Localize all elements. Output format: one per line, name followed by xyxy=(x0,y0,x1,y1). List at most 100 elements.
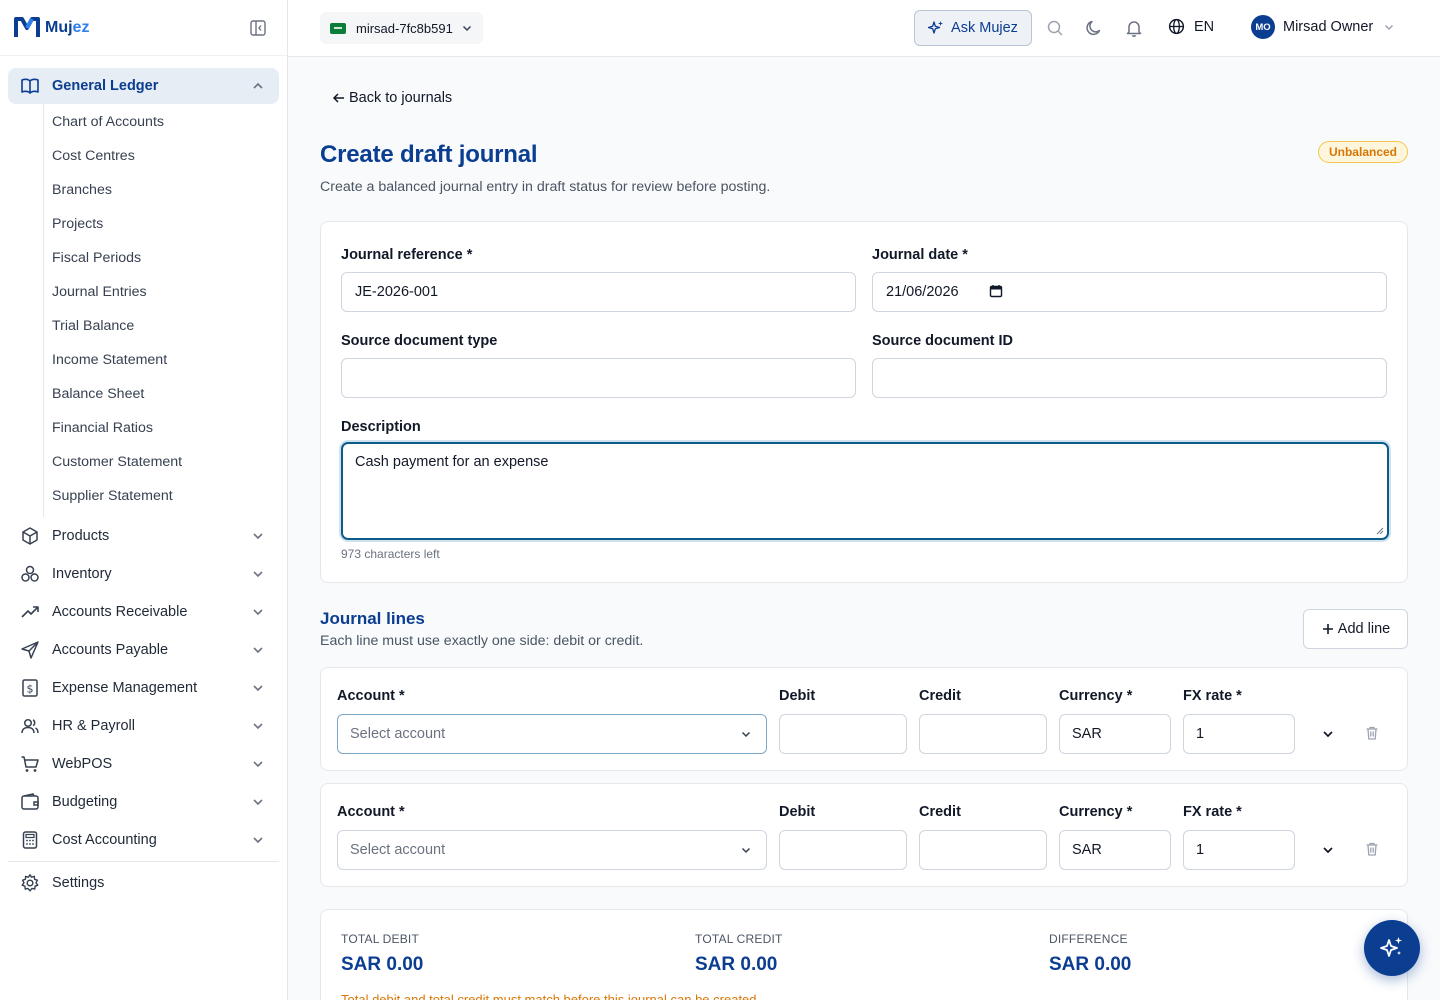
journal-line-row: Account * Debit Credit Currency * FX rat… xyxy=(320,667,1408,771)
language-switcher[interactable]: EN xyxy=(1168,18,1214,35)
chevron-down-icon[interactable] xyxy=(1321,727,1335,741)
bell-icon[interactable] xyxy=(1125,19,1143,37)
account-select-placeholder: Select account xyxy=(350,726,446,742)
sidebar-subitem-branches[interactable]: Branches xyxy=(44,173,279,207)
sidebar-item-general-ledger[interactable]: General Ledger xyxy=(8,68,279,104)
fx-rate-column-label: FX rate * xyxy=(1183,804,1242,820)
send-icon xyxy=(20,640,40,660)
account-select[interactable]: Select account xyxy=(337,714,767,754)
sidebar-subitem-projects[interactable]: Projects xyxy=(44,207,279,241)
sidebar-subitem-trial-balance[interactable]: Trial Balance xyxy=(44,309,279,343)
user-menu[interactable]: MO Mirsad Owner xyxy=(1251,15,1395,39)
debit-column-label: Debit xyxy=(779,688,816,704)
trash-icon[interactable] xyxy=(1364,841,1380,857)
sidebar-subitem-customer-statement[interactable]: Customer Statement xyxy=(44,445,279,479)
calculator-icon xyxy=(20,830,40,850)
journal-reference-input[interactable]: JE-2026-001 xyxy=(341,272,856,312)
credit-column-label: Credit xyxy=(919,804,961,820)
tenant-switcher[interactable]: mirsad-7fc8b591 xyxy=(320,12,483,44)
search-icon[interactable] xyxy=(1046,19,1064,37)
sidebar-subitem-supplier-statement[interactable]: Supplier Statement xyxy=(44,479,279,513)
arrow-left-icon xyxy=(332,93,344,103)
mujez-logo-icon xyxy=(14,16,40,37)
journal-reference-label: Journal reference * xyxy=(341,247,473,263)
fx-rate-input[interactable]: 1 xyxy=(1183,714,1295,754)
difference-value: SAR 0.00 xyxy=(1049,954,1132,975)
debit-input[interactable] xyxy=(779,714,907,754)
debit-input[interactable] xyxy=(779,830,907,870)
sidebar-subitem-fiscal-periods[interactable]: Fiscal Periods xyxy=(44,241,279,275)
chevron-down-icon[interactable] xyxy=(1321,843,1335,857)
chevron-down-icon xyxy=(253,609,263,616)
sparkles-icon xyxy=(1380,937,1402,957)
journal-date-label: Journal date * xyxy=(872,247,968,263)
resize-handle-icon[interactable] xyxy=(1376,527,1384,535)
sidebar-item-settings[interactable]: Settings xyxy=(8,864,279,902)
add-line-button[interactable]: Add line xyxy=(1303,609,1408,649)
sidebar-item-label: HR & Payroll xyxy=(52,718,135,734)
sidebar: Mujez General Ledger Chart of Accounts C… xyxy=(0,0,288,1000)
journal-date-input[interactable]: 21/06/2026 xyxy=(872,272,1387,312)
journal-totals: TOTAL DEBIT SAR 0.00 TOTAL CREDIT SAR 0.… xyxy=(320,909,1408,1000)
source-document-id-input[interactable] xyxy=(872,358,1387,398)
account-select[interactable]: Select account xyxy=(337,830,767,870)
sidebar-collapse-icon[interactable] xyxy=(249,19,267,37)
sidebar-item-accounts-payable[interactable]: Accounts Payable xyxy=(8,631,279,669)
total-credit-label: TOTAL CREDIT xyxy=(695,932,783,946)
add-line-label: Add line xyxy=(1337,621,1391,637)
sidebar-subitem-income-statement[interactable]: Income Statement xyxy=(44,343,279,377)
credit-input[interactable] xyxy=(919,830,1047,870)
sidebar-item-products[interactable]: Products xyxy=(8,517,279,555)
brand[interactable]: Mujez xyxy=(0,0,287,56)
moon-icon[interactable] xyxy=(1085,19,1103,37)
credit-column-label: Credit xyxy=(919,688,961,704)
sidebar-item-webpos[interactable]: WebPOS xyxy=(8,745,279,783)
ai-assistant-fab[interactable] xyxy=(1364,920,1420,976)
description-textarea[interactable]: Cash payment for an expense xyxy=(341,442,1389,540)
sidebar-item-label: WebPOS xyxy=(52,756,113,772)
journal-date-value: 21/06/2026 xyxy=(886,284,959,300)
sidebar-subitem-financial-ratios[interactable]: Financial Ratios xyxy=(44,411,279,445)
account-column-label: Account * xyxy=(337,688,405,704)
wallet-icon xyxy=(20,792,40,812)
sidebar-subitem-chart-of-accounts[interactable]: Chart of Accounts xyxy=(44,105,279,139)
fx-rate-input[interactable]: 1 xyxy=(1183,830,1295,870)
total-debit-value: SAR 0.00 xyxy=(341,954,424,975)
sidebar-item-hr-payroll[interactable]: HR & Payroll xyxy=(8,707,279,745)
chevron-down-icon xyxy=(1385,24,1394,31)
sidebar-item-label: Products xyxy=(52,528,110,544)
general-ledger-subnav: Chart of Accounts Cost Centres Branches … xyxy=(43,104,279,517)
receipt-icon: $ xyxy=(20,678,40,698)
calendar-icon[interactable] xyxy=(989,284,1003,298)
page-subtitle: Create a balanced journal entry in draft… xyxy=(320,179,771,195)
credit-input[interactable] xyxy=(919,714,1047,754)
currency-input[interactable]: SAR xyxy=(1059,830,1171,870)
trending-up-icon xyxy=(20,602,40,622)
sidebar-subitem-balance-sheet[interactable]: Balance Sheet xyxy=(44,377,279,411)
balance-warning: Total debit and total credit must match … xyxy=(341,992,761,1000)
sidebar-item-label: General Ledger xyxy=(52,78,159,94)
currency-column-label: Currency * xyxy=(1059,804,1133,820)
sidebar-subitem-cost-centres[interactable]: Cost Centres xyxy=(44,139,279,173)
globe-icon xyxy=(1168,18,1185,35)
sidebar-item-inventory[interactable]: Inventory xyxy=(8,555,279,593)
sidebar-subitem-journal-entries[interactable]: Journal Entries xyxy=(44,275,279,309)
back-to-journals-link[interactable]: Back to journals xyxy=(332,90,452,106)
back-label: Back to journals xyxy=(349,90,453,106)
trash-icon[interactable] xyxy=(1364,725,1380,741)
topbar: mirsad-7fc8b591 Ask Mujez EN MO Mirsad O… xyxy=(288,0,1440,57)
currency-input[interactable]: SAR xyxy=(1059,714,1171,754)
sidebar-item-label: Cost Accounting xyxy=(52,832,157,848)
users-icon xyxy=(20,716,40,736)
sidebar-item-budgeting[interactable]: Budgeting xyxy=(8,783,279,821)
svg-text:$: $ xyxy=(27,683,34,696)
page-title: Create draft journal xyxy=(320,141,538,168)
sidebar-item-cost-accounting[interactable]: Cost Accounting xyxy=(8,821,279,859)
ask-mujez-button[interactable]: Ask Mujez xyxy=(914,10,1032,46)
source-document-id-label: Source document ID xyxy=(872,333,1013,349)
fx-rate-column-label: FX rate * xyxy=(1183,688,1242,704)
source-document-type-input[interactable] xyxy=(341,358,856,398)
sidebar-item-expense-management[interactable]: $ Expense Management xyxy=(8,669,279,707)
sidebar-item-label: Inventory xyxy=(52,566,112,582)
sidebar-item-accounts-receivable[interactable]: Accounts Receivable xyxy=(8,593,279,631)
